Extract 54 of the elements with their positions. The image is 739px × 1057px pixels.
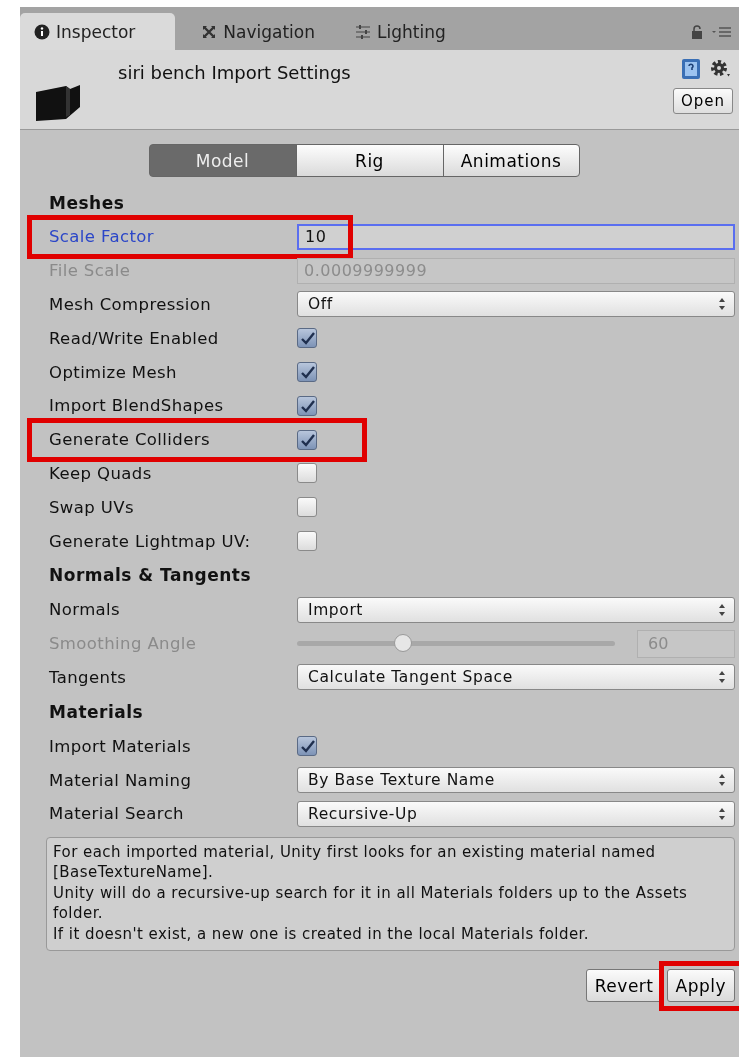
checkbox[interactable]: [297, 463, 317, 484]
updown-arrow-icon: [718, 602, 726, 617]
action-button[interactable]: Apply: [666, 969, 735, 1003]
checkbox[interactable]: [297, 328, 317, 349]
section-heading: Materials: [49, 700, 145, 724]
mode-tab[interactable]: Rig: [295, 144, 444, 177]
checkbox[interactable]: [297, 531, 317, 552]
checkbox[interactable]: [297, 362, 317, 383]
section-heading: Normals & Tangents: [49, 564, 253, 588]
updown-arrow-icon: [718, 297, 726, 312]
arrows-icon: [201, 23, 218, 40]
field-label: Read/Write Enabled: [49, 328, 220, 348]
field-label: Tangents: [49, 667, 128, 687]
updown-arrow-icon: [718, 806, 726, 821]
menu-icon: [711, 25, 731, 38]
dropdown[interactable]: Calculate Tangent Space: [297, 664, 735, 691]
field-label: Generate Lightmap UV:: [49, 531, 252, 551]
dropdown[interactable]: Import: [297, 596, 735, 623]
panel-tab[interactable]: Navigation: [187, 13, 329, 50]
checkbox[interactable]: [297, 497, 317, 518]
field-label: Generate Colliders: [49, 430, 211, 450]
info-icon: [34, 23, 50, 40]
field-label: Normals: [49, 600, 122, 620]
field-label: Import BlendShapes: [49, 396, 225, 416]
input-field[interactable]: 10: [297, 223, 735, 250]
section-heading: Meshes: [49, 191, 126, 215]
field-label: Mesh Compression: [49, 295, 213, 314]
dropdown[interactable]: By Base Texture Name: [297, 767, 735, 794]
field-label: Material Naming: [49, 770, 193, 790]
field-label: Optimize Mesh: [49, 362, 178, 382]
panel-tab[interactable]: Inspector: [20, 13, 176, 50]
help-text: For each imported material, Unity first looks for an existing material named [BaseTextureName]. Unity will do a recursive-up search for it in all Materials folders up to the Assets folder. If it doesn't exist, a new one is created in the local Materials folder.: [46, 836, 735, 952]
field-label: Scale Factor: [49, 227, 155, 247]
field-label: Import Materials: [49, 736, 193, 756]
lock-icon: [691, 24, 703, 39]
field-label: Material Search: [49, 804, 185, 824]
sliders-icon: [355, 23, 371, 40]
mode-tab[interactable]: Animations: [442, 144, 580, 177]
updown-arrow-icon: [718, 670, 726, 685]
checkbox[interactable]: [297, 395, 317, 416]
checkbox[interactable]: [297, 736, 317, 757]
window-title: siri bench Import Settings: [118, 62, 352, 83]
dropdown[interactable]: Recursive-Up: [297, 800, 735, 827]
mode-tab[interactable]: Model: [148, 144, 297, 177]
field-label: Swap UVs: [49, 497, 135, 517]
field-label: Keep Quads: [49, 463, 153, 483]
field-label: Smoothing Angle: [49, 634, 198, 654]
updown-arrow-icon: [718, 773, 726, 788]
field-label: File Scale: [49, 261, 132, 281]
panel-tab[interactable]: Lighting: [341, 13, 460, 50]
open-button[interactable]: Open: [672, 88, 733, 114]
help-book-icon: [681, 58, 701, 80]
checkbox[interactable]: [297, 429, 317, 450]
dropdown[interactable]: Off: [297, 291, 735, 318]
